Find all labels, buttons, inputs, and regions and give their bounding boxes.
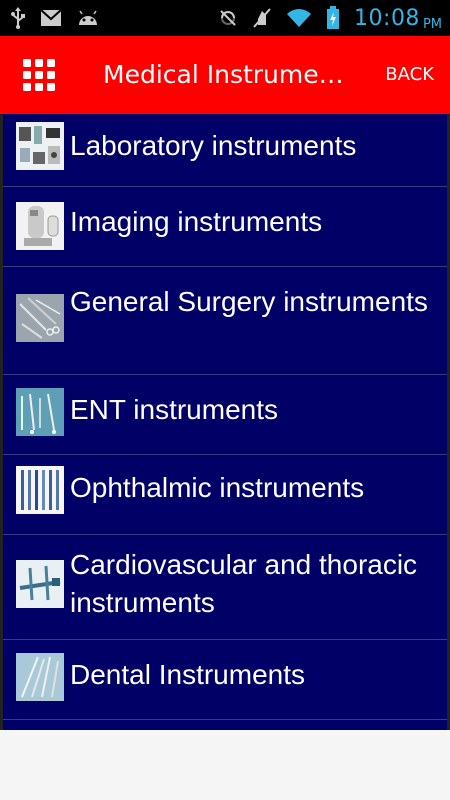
list-item-cardiovascular[interactable]: Cardiovascular and thoracic instruments bbox=[3, 534, 447, 640]
laboratory-instruments-thumbnail bbox=[16, 122, 64, 170]
android-icon bbox=[76, 9, 100, 27]
list-item-label: Cardiovascular and thoracic instruments bbox=[70, 549, 418, 618]
list-item-label: ENT instruments bbox=[70, 394, 278, 425]
no-sim-icon bbox=[218, 8, 238, 28]
list-item-laboratory[interactable]: Laboratory instruments bbox=[3, 114, 447, 187]
list-item-ent[interactable]: ENT instruments bbox=[3, 374, 447, 455]
grid-menu-button[interactable] bbox=[20, 57, 58, 93]
gmail-icon bbox=[40, 9, 62, 27]
imaging-instruments-thumbnail bbox=[16, 202, 64, 250]
list-item-ophthalmic[interactable]: Ophthalmic instruments bbox=[3, 454, 447, 535]
system-status-icons: 10:08 PM bbox=[218, 0, 442, 36]
cardiovascular-thumbnail bbox=[16, 560, 64, 608]
ent-instruments-thumbnail bbox=[16, 388, 64, 436]
clock-ampm: PM bbox=[422, 16, 442, 32]
list-item-label: General Surgery instruments bbox=[70, 286, 428, 317]
app-bar: Medical Instrume… BACK bbox=[0, 36, 450, 114]
ophthalmic-instruments-thumbnail bbox=[16, 466, 64, 514]
category-list: Laboratory instruments Imaging instrumen… bbox=[0, 114, 450, 730]
mute-icon bbox=[252, 7, 272, 29]
notification-icons bbox=[10, 0, 100, 36]
list-item-general-surgery[interactable]: General Surgery instruments bbox=[3, 266, 447, 375]
status-bar: 10:08 PM bbox=[0, 0, 450, 36]
wifi-icon bbox=[286, 8, 312, 28]
clock-time: 10:08 bbox=[354, 5, 420, 31]
list-item-label: Imaging instruments bbox=[70, 206, 323, 237]
back-button[interactable]: BACK bbox=[385, 60, 434, 90]
general-surgery-thumbnail bbox=[16, 294, 64, 342]
clock: 10:08 PM bbox=[354, 5, 442, 32]
page-title: Medical Instrume… bbox=[103, 60, 343, 89]
battery-icon bbox=[326, 6, 340, 30]
grid-menu-icon bbox=[23, 59, 55, 91]
dental-instruments-thumbnail bbox=[16, 653, 64, 701]
list-item-label: Ophthalmic instruments bbox=[70, 472, 365, 503]
list-item-label: Laboratory instruments bbox=[70, 130, 357, 161]
usb-icon bbox=[10, 7, 26, 29]
list-item-dental[interactable]: Dental Instruments bbox=[3, 639, 447, 720]
list-item-imaging[interactable]: Imaging instruments bbox=[3, 186, 447, 267]
list-item-label: Dental Instruments bbox=[70, 659, 305, 690]
